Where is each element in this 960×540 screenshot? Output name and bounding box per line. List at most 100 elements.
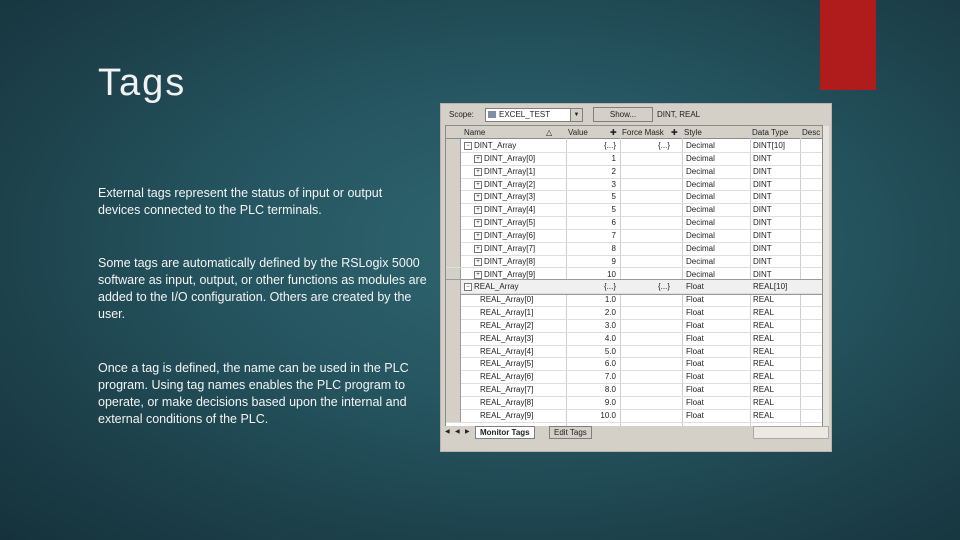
tab-edit-tags[interactable]: Edit Tags — [549, 426, 592, 439]
table-row[interactable]: + DINT_Array[9] 10 Decimal DINT — [446, 267, 822, 282]
tag-style: Decimal — [686, 243, 715, 253]
row-selector[interactable] — [446, 383, 461, 396]
column-header-description[interactable]: Desc — [802, 128, 820, 137]
row-selector[interactable] — [446, 177, 461, 191]
tab-prev-icon[interactable]: ◀ — [455, 428, 460, 435]
column-header-data-type[interactable]: Data Type — [752, 128, 788, 137]
horizontal-scrollbar[interactable] — [753, 426, 829, 439]
tag-style: Float — [686, 308, 704, 318]
tag-style: Float — [686, 295, 704, 305]
table-row[interactable]: + DINT_Array[3] 5 Decimal DINT — [446, 190, 822, 205]
row-selector[interactable] — [446, 280, 461, 294]
filter-text: DINT, REAL — [657, 110, 701, 119]
table-row[interactable]: + DINT_Array[7] 8 Decimal DINT — [446, 241, 822, 256]
table-row[interactable]: REAL_Array[4] 5.0 Float REAL — [446, 344, 822, 359]
sort-icon: △ — [546, 128, 553, 137]
table-row[interactable]: + DINT_Array[5] 6 Decimal DINT — [446, 216, 822, 230]
table-row[interactable]: REAL_Array[7] 8.0 Float REAL — [446, 383, 822, 397]
expand-icon[interactable]: + — [474, 257, 482, 266]
row-selector[interactable] — [446, 408, 461, 422]
tab-first-icon[interactable]: ◀ — [445, 428, 450, 435]
row-selector[interactable] — [446, 344, 461, 358]
tag-data-type: DINT — [753, 179, 772, 189]
expand-icon[interactable]: + — [474, 193, 482, 202]
table-row[interactable]: + DINT_Array[8] 9 Decimal DINT — [446, 254, 822, 269]
table-row[interactable]: REAL_Array[6] 7.0 Float REAL — [446, 370, 822, 385]
tag-data-type: REAL — [753, 372, 774, 382]
table-row[interactable]: REAL_Array[0] 1.0 Float REAL — [446, 293, 822, 308]
table-row[interactable]: + DINT_Array[0] 1 Decimal DINT — [446, 151, 822, 166]
table-row[interactable]: REAL_Array[1] 2.0 Float REAL — [446, 306, 822, 320]
row-selector[interactable] — [446, 370, 461, 384]
table-row[interactable]: + DINT_Array[6] 7 Decimal DINT — [446, 228, 822, 243]
row-selector[interactable] — [446, 318, 461, 332]
row-selector[interactable] — [446, 267, 461, 281]
show-button[interactable]: Show... — [593, 107, 653, 122]
row-selector[interactable] — [446, 306, 461, 319]
expand-icon[interactable]: + — [474, 270, 482, 279]
tag-data-type: DINT — [753, 230, 772, 240]
collapse-icon[interactable]: − — [464, 142, 472, 150]
row-selector[interactable] — [446, 203, 461, 217]
table-row[interactable]: − REAL_Array {...} {...} Float REAL[10] — [446, 279, 822, 296]
table-row[interactable]: REAL_Array[3] 4.0 Float REAL — [446, 331, 822, 346]
accent-bar — [820, 0, 876, 90]
scope-select[interactable]: EXCEL_TEST ▼ — [485, 108, 583, 122]
tag-name: DINT_Array[0] — [484, 153, 536, 163]
tag-data-type: DINT — [753, 218, 772, 228]
chevron-down-icon[interactable]: ▼ — [570, 109, 582, 121]
expand-icon[interactable]: + — [474, 219, 482, 228]
vertical-scrollbar[interactable] — [823, 126, 829, 426]
table-row[interactable]: + DINT_Array[1] 2 Decimal DINT — [446, 164, 822, 179]
tag-data-type: REAL — [753, 398, 774, 407]
row-selector[interactable] — [446, 228, 461, 242]
tag-value: 3 — [611, 179, 616, 189]
table-row[interactable]: REAL_Array[5] 6.0 Float REAL — [446, 357, 822, 372]
expand-icon[interactable]: + — [474, 167, 482, 176]
expand-icon[interactable]: + — [474, 154, 482, 163]
tag-name: DINT_Array[9] — [484, 269, 536, 279]
tab-next-icon[interactable]: ▶ — [465, 428, 470, 435]
row-selector[interactable] — [446, 293, 461, 307]
tag-data-type: DINT — [753, 205, 772, 215]
row-selector[interactable] — [446, 254, 461, 268]
tag-name: DINT_Array[1] — [484, 166, 536, 176]
column-header-name[interactable]: Name — [464, 128, 485, 137]
table-row[interactable]: − DINT_Array {...} {...} Decimal DINT[10] — [446, 139, 822, 153]
tag-data-type: REAL — [753, 385, 774, 395]
tag-name: REAL_Array[4] — [480, 346, 534, 356]
tag-style: Float — [686, 320, 704, 330]
row-selector[interactable] — [446, 190, 461, 204]
row-selector[interactable] — [446, 164, 461, 178]
slide-title: Tags — [98, 62, 187, 104]
scope-value: EXCEL_TEST — [499, 110, 551, 119]
tag-name: DINT_Array[5] — [484, 218, 536, 228]
tag-value: 3.0 — [604, 320, 616, 330]
column-header-value[interactable]: Value — [568, 128, 588, 137]
row-selector[interactable] — [446, 139, 461, 152]
row-selector[interactable] — [446, 357, 461, 371]
table-row[interactable]: REAL_Array[9] 10.0 Float REAL — [446, 408, 822, 423]
column-header-style[interactable]: Style — [684, 128, 702, 137]
row-selector[interactable] — [446, 396, 461, 409]
expand-icon[interactable]: + — [474, 180, 482, 189]
expand-icon[interactable]: + — [474, 231, 482, 240]
table-row[interactable]: REAL_Array[8] 9.0 Float REAL — [446, 396, 822, 410]
row-selector[interactable] — [446, 241, 461, 255]
collapse-icon[interactable]: − — [464, 283, 472, 292]
expand-icon[interactable]: + — [474, 206, 482, 215]
table-row[interactable]: + DINT_Array[4] 5 Decimal DINT — [446, 203, 822, 218]
tag-name: DINT_Array[8] — [484, 256, 536, 266]
tag-data-type: DINT — [753, 243, 772, 253]
row-selector[interactable] — [446, 216, 461, 229]
tag-style: Float — [686, 346, 704, 356]
tab-monitor-tags[interactable]: Monitor Tags — [475, 426, 535, 439]
row-selector[interactable] — [446, 331, 461, 345]
table-row[interactable]: REAL_Array[2] 3.0 Float REAL — [446, 318, 822, 333]
row-selector[interactable] — [446, 151, 461, 165]
column-header-force-mask[interactable]: Force Mask — [622, 128, 664, 137]
table-row[interactable]: + DINT_Array[2] 3 Decimal DINT — [446, 177, 822, 192]
tag-name: REAL_Array[8] — [480, 398, 534, 407]
expand-icon[interactable]: + — [474, 244, 482, 253]
tag-value: 9.0 — [604, 398, 616, 407]
